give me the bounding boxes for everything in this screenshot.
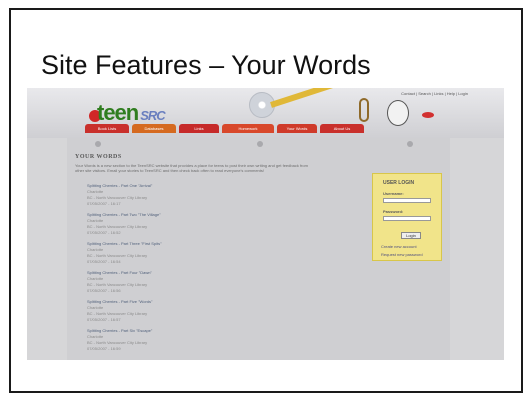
site-logo[interactable]: teen SRC <box>97 100 166 126</box>
nav-tab[interactable]: About Us <box>320 124 364 133</box>
site-nav: Book Lists Databases Links Homework Your Wor… <box>85 124 425 133</box>
logo-text: teen <box>97 100 139 125</box>
entry-date: 07/05/2007 - 16:54 <box>87 259 121 264</box>
list-item: Splitting Cherries - Part Four "Dawn" Cha… <box>87 270 317 299</box>
nav-tab[interactable]: Homework <box>222 124 274 133</box>
tab-dot-icon <box>407 141 413 147</box>
login-title: USER LOGIN <box>383 180 415 186</box>
entries-list: Splitting Cherries - Part One "Arrival" C… <box>87 183 317 357</box>
intro-text: Your Words is a new section to the TeenS… <box>75 163 308 173</box>
tab-dot-icon <box>257 141 263 147</box>
login-button[interactable]: Login <box>401 232 421 239</box>
entry-date: 07/05/2007 - 16:56 <box>87 288 121 293</box>
password-field[interactable] <box>383 216 431 221</box>
entry-date: 07/05/2007 - 16:17 <box>87 201 121 206</box>
nav-tab[interactable]: Links <box>179 124 219 133</box>
username-field[interactable] <box>383 198 431 203</box>
list-item: Splitting Cherries - Part One "Arrival" C… <box>87 183 317 212</box>
list-item: Splitting Cherries - Part Five "Words" Ch… <box>87 299 317 328</box>
list-item: Splitting Cherries - Part Three "First S… <box>87 241 317 270</box>
password-label: Password: <box>383 209 404 214</box>
nav-tab[interactable]: Your Words <box>277 124 317 133</box>
lips-icon <box>422 112 434 118</box>
forgot-password-link[interactable]: Request new password <box>381 252 423 257</box>
site-banner: teen SRC Contact | Search | Links | Help … <box>27 88 504 138</box>
create-account-link[interactable]: Create new account <box>381 244 417 249</box>
entry-date: 07/05/2007 - 16:52 <box>87 230 121 235</box>
nav-tab[interactable]: Databases <box>132 124 176 133</box>
entry-date: 07/05/2007 - 16:57 <box>87 317 121 322</box>
username-label: Username: <box>383 191 404 196</box>
tab-dot-icon <box>95 141 101 147</box>
paperclip-icon <box>359 98 369 122</box>
logo-suffix: SRC <box>140 108 165 123</box>
top-links[interactable]: Contact | Search | Links | Help | Login <box>401 91 468 96</box>
face-icon <box>387 100 409 126</box>
content-area: YOUR WORDS Your Words is a new section t… <box>67 138 450 360</box>
entry-date: 07/05/2007 - 16:59 <box>87 346 121 351</box>
page-heading: YOUR WORDS <box>75 154 122 160</box>
tab-icon-row <box>67 138 450 150</box>
nav-tab[interactable]: Book Lists <box>85 124 129 133</box>
list-item: Splitting Cherries - Part Two "The Villa… <box>87 212 317 241</box>
slide-title: Site Features – Your Words <box>41 50 371 80</box>
login-box: USER LOGIN Username: Password: Login Cre… <box>372 173 442 261</box>
website-screenshot: teen SRC Contact | Search | Links | Help … <box>27 88 504 360</box>
list-item: Splitting Cherries - Part Six "Escape" Ch… <box>87 328 317 357</box>
